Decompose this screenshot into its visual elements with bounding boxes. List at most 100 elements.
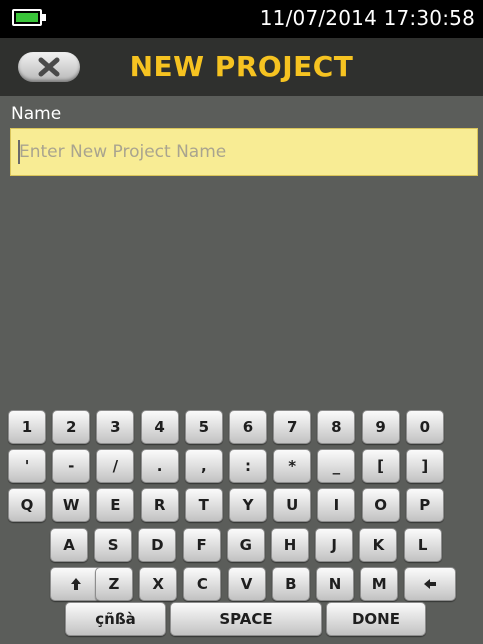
- done-key[interactable]: DONE: [326, 602, 426, 636]
- key-4[interactable]: 4: [140, 410, 179, 444]
- header: NEW PROJECT: [0, 38, 483, 96]
- key-2-label: 2: [65, 418, 77, 436]
- key-s[interactable]: S: [94, 528, 133, 562]
- key-x-label: X: [152, 575, 164, 593]
- project-name-input[interactable]: [10, 128, 478, 176]
- key-colon[interactable]: :: [229, 449, 267, 483]
- key-z[interactable]: Z: [95, 567, 133, 601]
- key-asterisk-label: *: [288, 457, 297, 475]
- key-l[interactable]: L: [403, 528, 442, 562]
- backspace-key[interactable]: [404, 567, 456, 601]
- key-7[interactable]: 7: [273, 410, 312, 444]
- key-asterisk[interactable]: *: [273, 449, 312, 483]
- datetime: 11/07/2014 17:30:58: [259, 6, 475, 30]
- key-b-label: B: [285, 575, 297, 593]
- space-key-label: SPACE: [219, 610, 273, 628]
- language-key[interactable]: çñßà: [65, 602, 166, 636]
- done-key-label: DONE: [351, 610, 400, 628]
- key-left-bracket[interactable]: [: [361, 449, 400, 483]
- key-comma[interactable]: ,: [184, 449, 223, 483]
- key-o[interactable]: O: [361, 488, 400, 522]
- language-key-label: çñßà: [95, 610, 136, 628]
- key-r[interactable]: R: [140, 488, 179, 522]
- key-5[interactable]: 5: [184, 410, 223, 444]
- key-colon-label: :: [245, 457, 251, 475]
- device-screen: 11/07/2014 17:30:58 NEW PROJECT Name 1 2 3…: [0, 0, 483, 644]
- key-c-label: C: [196, 575, 208, 593]
- key-8[interactable]: 8: [317, 410, 356, 444]
- key-j[interactable]: J: [315, 528, 354, 562]
- key-g[interactable]: G: [226, 528, 265, 562]
- key-slash[interactable]: /: [96, 449, 135, 483]
- key-a[interactable]: A: [50, 528, 88, 562]
- key-w[interactable]: W: [52, 488, 91, 522]
- key-n[interactable]: N: [316, 567, 354, 601]
- key-l-label: L: [417, 536, 428, 554]
- key-hyphen[interactable]: -: [52, 449, 91, 483]
- key-t[interactable]: T: [184, 488, 223, 522]
- key-underscore[interactable]: _: [317, 449, 356, 483]
- key-apostrophe[interactable]: ': [8, 449, 46, 483]
- key-d-label: D: [151, 536, 164, 554]
- key-v[interactable]: V: [227, 567, 266, 601]
- page-title: NEW PROJECT: [129, 50, 354, 83]
- key-w-label: W: [62, 496, 80, 514]
- name-label: Name: [11, 104, 62, 124]
- key-4-label: 4: [154, 418, 165, 436]
- key-v-label: V: [240, 575, 253, 593]
- key-e[interactable]: E: [96, 488, 135, 522]
- key-p-label: P: [419, 496, 431, 514]
- battery-fill: [16, 13, 38, 22]
- key-i[interactable]: I: [317, 488, 356, 522]
- key-3-label: 3: [110, 418, 121, 436]
- key-n-label: N: [328, 575, 342, 593]
- on-screen-keyboard: 1 2 3 4 5 6 7 8 9 0 ' - /.,: * _ [] Q W E R T Y U I O P A S D F G H J K L Z…: [0, 404, 483, 644]
- key-6-label: 6: [242, 418, 254, 436]
- key-hyphen-label: -: [68, 457, 75, 475]
- key-1-label: 1: [21, 418, 33, 436]
- key-3[interactable]: 3: [96, 410, 135, 444]
- key-7-label: 7: [286, 418, 298, 436]
- key-u-label: U: [286, 496, 299, 514]
- key-y[interactable]: Y: [229, 488, 267, 522]
- key-period[interactable]: .: [140, 449, 179, 483]
- key-b[interactable]: B: [271, 567, 310, 601]
- key-9[interactable]: 9: [361, 410, 400, 444]
- arrow-left-icon: [423, 578, 437, 590]
- key-h[interactable]: H: [271, 528, 309, 562]
- key-u[interactable]: U: [273, 488, 312, 522]
- key-slash-label: /: [112, 457, 119, 475]
- key-apostrophe-label: ': [24, 457, 30, 475]
- key-p[interactable]: P: [405, 488, 444, 522]
- space-key[interactable]: SPACE: [170, 602, 322, 636]
- key-0[interactable]: 0: [405, 410, 444, 444]
- key-y-label: Y: [242, 496, 254, 514]
- key-x[interactable]: X: [139, 567, 178, 601]
- key-m[interactable]: M: [360, 567, 399, 601]
- key-c[interactable]: C: [183, 567, 222, 601]
- key-t-label: T: [198, 496, 209, 514]
- key-a-label: A: [63, 536, 75, 554]
- key-e-label: E: [110, 496, 121, 514]
- key-s-label: S: [107, 536, 119, 554]
- key-left-bracket-label: [: [377, 457, 385, 475]
- battery-icon: [12, 9, 46, 26]
- key-2[interactable]: 2: [52, 410, 91, 444]
- key-k[interactable]: K: [359, 528, 398, 562]
- key-6[interactable]: 6: [229, 410, 267, 444]
- key-i-label: I: [333, 496, 340, 514]
- key-o-label: O: [374, 496, 387, 514]
- key-9-label: 9: [375, 418, 386, 436]
- arrow-up-icon: [70, 577, 82, 591]
- key-comma-label: ,: [200, 457, 207, 475]
- key-r-label: R: [153, 496, 166, 514]
- key-0-label: 0: [419, 418, 431, 436]
- key-1[interactable]: 1: [8, 410, 46, 444]
- key-d[interactable]: D: [138, 528, 177, 562]
- key-5-label: 5: [198, 418, 210, 436]
- key-j-label: J: [331, 536, 337, 554]
- key-underscore-label: _: [332, 457, 341, 475]
- key-f[interactable]: F: [182, 528, 221, 562]
- key-q[interactable]: Q: [8, 488, 46, 522]
- key-right-bracket[interactable]: ]: [405, 449, 444, 483]
